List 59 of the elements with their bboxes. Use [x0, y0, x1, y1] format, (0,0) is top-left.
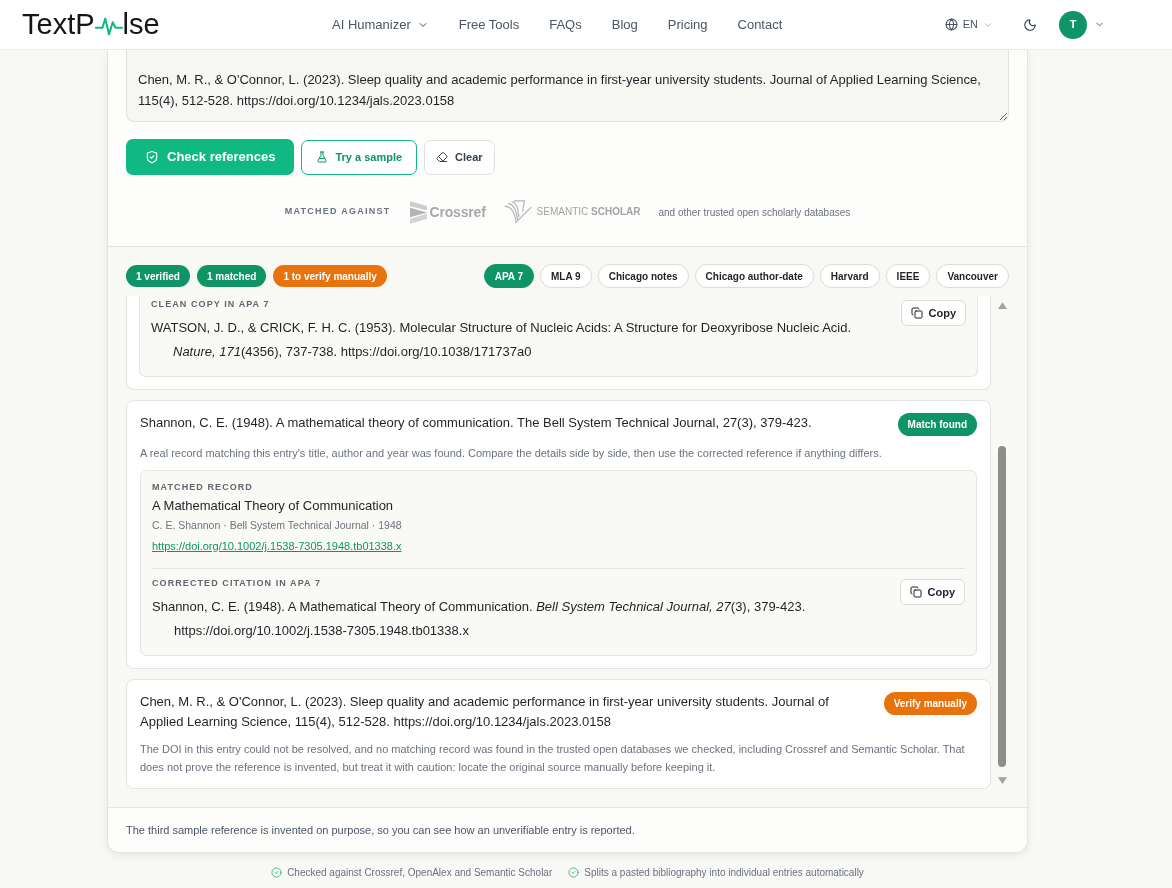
- feature-note: Splits a pasted bibliography into individual entries automatically: [584, 866, 864, 880]
- reference-input-field[interactable]: Chen, M. R., & O'Connor, L. (2023). Sleep quality and academic performance in first-year university students. Journal of Applied Learning Science, 115(4), 512-528. https://doi.org/10.1234/jals.2023.0158: [126, 50, 1009, 122]
- reference-citation: Shannon, C. E. (1948). A mathematical theory of communication. The Bell System Technical Journal, 27(3), 379-423.: [140, 414, 813, 432]
- verification-count-badge: 1 verified: [126, 265, 190, 287]
- copy-icon: [909, 586, 922, 598]
- result-description: The DOI in this entry could not be resolved, and no matching record was found in the trusted open databases we checked, including Crossref and Semantic Scholar. That does not prove the reference is invented, but treat it with caution: locate the original source manually before keeping it.: [140, 742, 966, 775]
- citation-style-tab[interactable]: Chicago author-date: [694, 264, 814, 288]
- status-badge: Match found: [897, 413, 977, 436]
- doi-link[interactable]: https://doi.org/10.1002/j.1538-7305.1948.tb01338.x: [152, 538, 402, 554]
- databases-note: and other trusted open scholarly databases: [658, 205, 851, 220]
- section-label: CLEAN COPY IN APA 7: [151, 298, 271, 311]
- nav-link[interactable]: Free Tools: [458, 14, 520, 35]
- try-sample-button[interactable]: Try a sample: [301, 139, 418, 175]
- copy-button[interactable]: Copy: [899, 579, 965, 605]
- language-selector[interactable]: EN: [944, 16, 993, 33]
- scroll-down-arrow-icon[interactable]: [997, 777, 1007, 784]
- eraser-icon: [436, 151, 449, 163]
- reference-citation: Chen, M. R., & O'Connor, L. (2023). Sleep quality and academic performance in first-year university students. Journal of Applied Learning Science, 115(4), 512-528. https://doi.org/10.1234/jals.2023.0158: [140, 693, 830, 731]
- verification-count-badge: 1 to verify manually: [273, 265, 387, 287]
- record-title: A Mathematical Theory of Communication: [152, 497, 395, 515]
- result-description: A real record matching this entry's title, author and year was found. Compare the details side by side, then use the corrected reference if anything differs.: [140, 446, 883, 461]
- section-label: MATCHED RECORD: [152, 481, 254, 494]
- crossref-logo-text: Crossref: [429, 205, 486, 219]
- check-circle-icon: [271, 867, 283, 878]
- semantic-scholar-logo-icon: [503, 200, 532, 224]
- nav-link[interactable]: AI Humanizer: [332, 14, 429, 35]
- scroll-up-arrow-icon[interactable]: [997, 302, 1007, 309]
- formatted-citation: WATSON, J. D., & CRICK, F. H. C. (1953). Molecular Structure of Nucleic Acids: A Structure for Deoxyribose Nucleic Acid. Nature, 171(4356), 737-738. https://doi.org/10.1038/171737a0: [151, 319, 853, 361]
- verification-count-badge: 1 matched: [196, 265, 267, 287]
- flask-icon: [316, 151, 329, 163]
- nav-link[interactable]: Contact: [737, 14, 783, 35]
- shield-check-icon: [145, 150, 159, 164]
- copy-button[interactable]: Copy: [900, 300, 966, 326]
- citation-style-tab[interactable]: APA 7: [483, 264, 534, 288]
- citation-style-tab[interactable]: Harvard: [819, 264, 880, 288]
- nav-link[interactable]: Pricing: [667, 14, 708, 35]
- citation-style-tab[interactable]: MLA 9: [540, 264, 592, 288]
- section-label: CORRECTED CITATION IN APA 7: [152, 577, 322, 590]
- textpulse-logo[interactable]: TextP lse: [22, 10, 332, 39]
- formatted-citation: Shannon, C. E. (1948). A Mathematical Theory of Communication. Bell System Technical Journal, 27(3), 379-423. https://doi.org/10.1002/j.1538-7305.1948.tb01338.x: [152, 598, 807, 640]
- globe-icon: [944, 18, 958, 31]
- nav-link[interactable]: FAQs: [549, 14, 582, 35]
- crossref-logo-icon: [409, 200, 427, 224]
- record-meta: C. E. Shannon · Bell System Technical Journal · 1948: [152, 518, 403, 533]
- status-badge: Verify manually: [883, 692, 977, 715]
- moon-icon[interactable]: [1023, 17, 1037, 32]
- citation-style-tab[interactable]: Chicago notes: [597, 264, 689, 288]
- check-circle-icon: [568, 867, 580, 878]
- scrollbar-thumb[interactable]: [998, 445, 1006, 767]
- user-avatar[interactable]: T: [1059, 10, 1087, 39]
- semantic-scholar-logo-text: SEMANTIC SCHOLAR: [536, 207, 641, 217]
- sample-note: The third sample reference is invented on purpose, so you can see how an unverifiable entry is reported.: [126, 822, 635, 838]
- citation-style-tab[interactable]: Vancouver: [936, 264, 1009, 288]
- citation-style-tab[interactable]: IEEE: [885, 264, 931, 288]
- matched-against-label: MATCHED AGAINST: [284, 205, 391, 219]
- clear-button[interactable]: Clear: [424, 139, 495, 175]
- feature-note: Checked against Crossref, OpenAlex and Semantic Scholar: [287, 866, 553, 880]
- nav-link[interactable]: Blog: [611, 14, 638, 35]
- copy-icon: [910, 307, 923, 319]
